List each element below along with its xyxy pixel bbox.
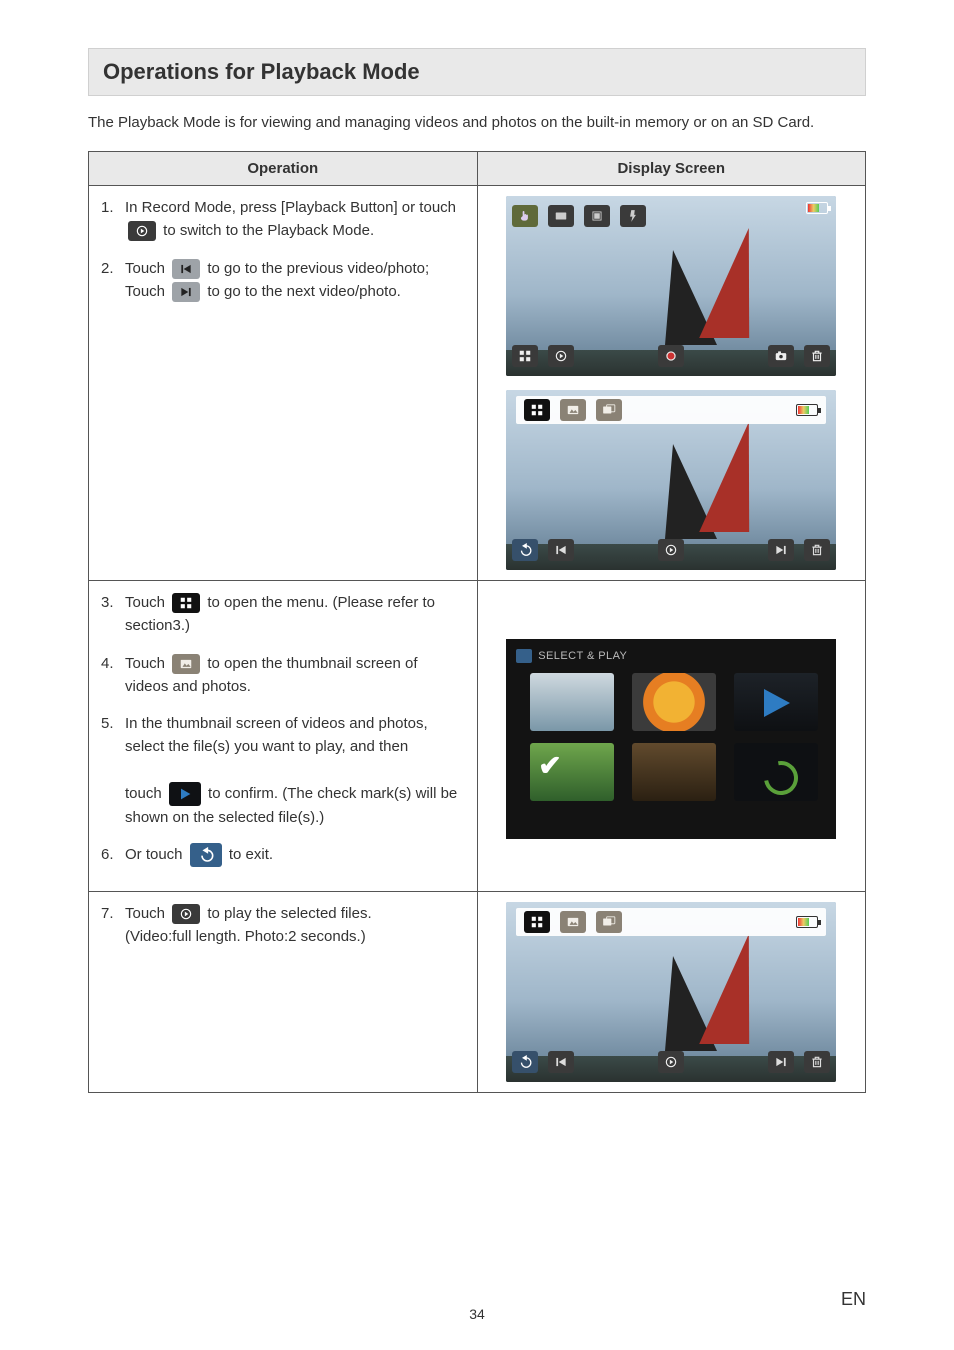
step-text: (Video:full length. Photo:2 seconds.) xyxy=(125,928,366,945)
thumbnail xyxy=(632,743,716,801)
thumbnail xyxy=(632,673,716,731)
select-play-label: SELECT & PLAY xyxy=(538,650,627,662)
step-text: In the thumbnail screen of videos and ph… xyxy=(125,715,428,755)
thumbnail-selected xyxy=(530,743,614,801)
step-5: 5. In the thumbnail screen of videos and… xyxy=(101,712,465,829)
menu-grid-icon xyxy=(172,593,200,613)
next-icon xyxy=(768,1051,794,1073)
step-text: to go to the previous video/photo; xyxy=(207,260,429,277)
step-number: 4. xyxy=(101,652,114,675)
thumbnail xyxy=(530,673,614,731)
hand-icon xyxy=(516,649,532,663)
hand-icon xyxy=(512,205,538,227)
step-7: 7. Touch to play the selected files. (Vi… xyxy=(101,902,465,949)
battery-icon xyxy=(806,202,828,214)
step-number: 6. xyxy=(101,843,114,866)
stabilizer-icon xyxy=(584,205,610,227)
step-text: Or touch xyxy=(125,846,183,863)
confirm-play-icon xyxy=(169,782,201,806)
step-number: 3. xyxy=(101,591,114,614)
battery-icon xyxy=(796,404,818,416)
language-label: EN xyxy=(841,1289,866,1310)
playback-icon xyxy=(548,345,574,367)
page: Operations for Playback Mode The Playbac… xyxy=(0,0,954,1093)
step-text: Touch xyxy=(125,283,165,300)
thumbnail-back xyxy=(734,743,818,801)
previous-icon xyxy=(548,1051,574,1073)
step-1: 1. In Record Mode, press [Playback Butto… xyxy=(101,196,465,243)
next-icon xyxy=(172,282,200,302)
previous-icon xyxy=(172,259,200,279)
slideshow-icon xyxy=(596,911,622,933)
table-row: 7. Touch to play the selected files. (Vi… xyxy=(89,892,866,1093)
display-playback-mode xyxy=(506,390,836,570)
thumbnail-icon xyxy=(560,911,586,933)
step-text: to open the thumbnail screen of videos a… xyxy=(125,655,418,695)
step-number: 2. xyxy=(101,257,114,280)
menu-grid-icon xyxy=(512,345,538,367)
step-text: Touch xyxy=(125,905,165,922)
step-number: 5. xyxy=(101,712,114,735)
step-2: 2. Touch to go to the previous video/pho… xyxy=(101,257,465,304)
step-text: to go to the next video/photo. xyxy=(207,283,400,300)
step-4: 4. Touch to open the thumbnail screen of… xyxy=(101,652,465,699)
step-6: 6. Or touch to exit. xyxy=(101,843,465,867)
thumbnail-play xyxy=(734,673,818,731)
thumbnail-icon xyxy=(560,399,586,421)
intro-text: The Playback Mode is for viewing and man… xyxy=(88,112,866,133)
light-icon xyxy=(620,205,646,227)
operations-table: Operation Display Screen 1. In Record Mo… xyxy=(88,151,866,1093)
display-record-mode xyxy=(506,196,836,376)
next-icon xyxy=(768,539,794,561)
page-number: 34 xyxy=(0,1306,954,1322)
step-text: to exit. xyxy=(229,846,273,863)
step-number: 1. xyxy=(101,196,114,219)
camera-icon xyxy=(768,345,794,367)
table-row: 1. In Record Mode, press [Playback Butto… xyxy=(89,186,866,581)
menu-grid-icon xyxy=(524,399,550,421)
slideshow-icon xyxy=(596,399,622,421)
thumbnail-icon xyxy=(172,654,200,674)
resolution-icon xyxy=(548,205,574,227)
step-3: 3. Touch to open the menu. (Please refer… xyxy=(101,591,465,638)
previous-icon xyxy=(548,539,574,561)
step-text: Touch xyxy=(125,260,165,277)
back-exit-icon xyxy=(190,843,222,867)
record-icon xyxy=(658,345,684,367)
trash-icon xyxy=(804,1051,830,1073)
battery-icon xyxy=(796,916,818,928)
trash-icon xyxy=(804,539,830,561)
col-header-display: Display Screen xyxy=(477,152,866,186)
menu-grid-icon xyxy=(524,911,550,933)
table-row: 3. Touch to open the menu. (Please refer… xyxy=(89,581,866,892)
step-text: to switch to the Playback Mode. xyxy=(163,222,374,239)
display-select-play: SELECT & PLAY xyxy=(506,639,836,839)
play-icon xyxy=(172,904,200,924)
playback-mode-icon xyxy=(128,221,156,241)
step-text: touch xyxy=(125,785,162,802)
step-text: Touch xyxy=(125,655,165,672)
step-text: to play the selected files. xyxy=(207,905,371,922)
play-icon xyxy=(658,539,684,561)
step-text: Touch xyxy=(125,594,165,611)
col-header-operation: Operation xyxy=(89,152,478,186)
back-icon xyxy=(512,1051,538,1073)
play-icon xyxy=(658,1051,684,1073)
step-number: 7. xyxy=(101,902,114,925)
section-heading: Operations for Playback Mode xyxy=(88,48,866,96)
back-icon xyxy=(512,539,538,561)
display-play-selected xyxy=(506,902,836,1082)
step-text: In Record Mode, press [Playback Button] … xyxy=(125,199,456,216)
trash-icon xyxy=(804,345,830,367)
